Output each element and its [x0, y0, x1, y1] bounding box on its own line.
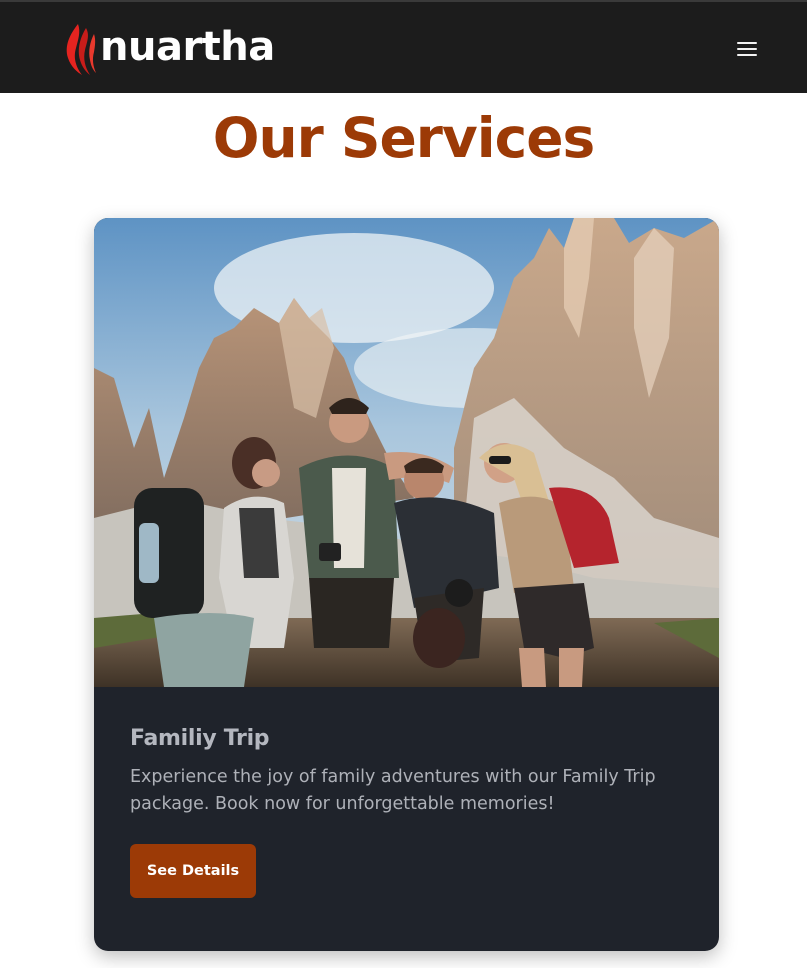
see-details-button[interactable]: See Details — [130, 844, 256, 898]
hamburger-menu-button[interactable] — [730, 35, 764, 61]
page-title: Our Services — [212, 106, 596, 170]
service-card-description: Experience the joy of family adventures … — [130, 767, 656, 814]
top-navbar: nuartha — [0, 0, 807, 93]
service-card-title: Familiy Trip — [130, 726, 270, 751]
service-card-image — [94, 218, 719, 687]
hamburger-line — [737, 54, 757, 56]
service-card-family-trip: Familiy Trip Experience the joy of famil… — [94, 218, 719, 951]
brand-name: nuartha — [100, 24, 275, 70]
flame-feather-logo-icon — [66, 24, 96, 75]
brand-logo[interactable]: nuartha — [64, 22, 275, 76]
hamburger-line — [737, 48, 757, 50]
hamburger-menu-icon — [737, 42, 757, 44]
